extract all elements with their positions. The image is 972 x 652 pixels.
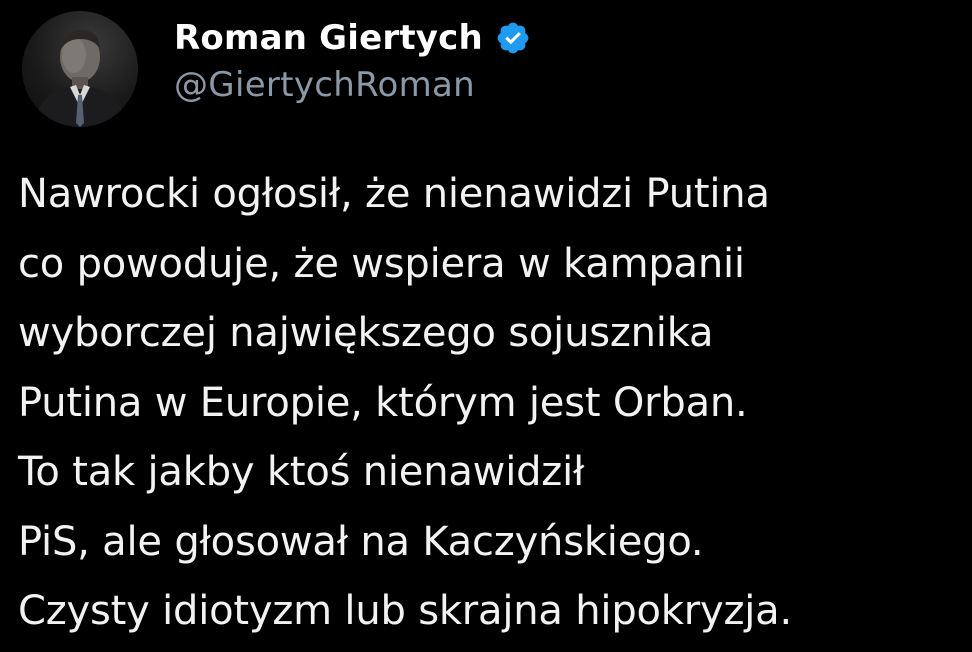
tweet-text-line: PiS, ale głosował na Kaczyńskiego. — [18, 518, 704, 565]
author-identity: Roman Giertych @GiertychRoman — [174, 18, 531, 108]
name-row: Roman Giertych — [174, 18, 531, 58]
tweet-text-line: co powoduje, że wspiera w kampanii — [18, 240, 745, 287]
tweet-header: Roman Giertych @GiertychRoman — [22, 10, 531, 128]
avatar[interactable] — [22, 11, 138, 127]
tweet-card: Roman Giertych @GiertychRoman Nawrocki o… — [0, 0, 972, 652]
tweet-text: Nawrocki ogłosił, że nienawidzi Putina c… — [18, 160, 972, 647]
avatar-portrait-icon — [32, 30, 128, 127]
verified-badge-icon[interactable] — [495, 20, 531, 56]
tweet-text-line: wyborczej największego sojusznika — [18, 310, 714, 356]
tweet-text-line: Czysty idiotyzm lub skrajna hipokryzja. — [18, 588, 792, 634]
author-display-name[interactable]: Roman Giertych — [174, 18, 483, 58]
tweet-text-line: Putina w Europie, którym jest Orban. — [18, 379, 748, 426]
tweet-text-line: Nawrocki ogłosił, że nienawidzi Putina — [18, 171, 770, 217]
author-handle[interactable]: @GiertychRoman — [174, 62, 531, 108]
tweet-text-line: To tak jakby ktoś nienawidził — [18, 449, 585, 495]
